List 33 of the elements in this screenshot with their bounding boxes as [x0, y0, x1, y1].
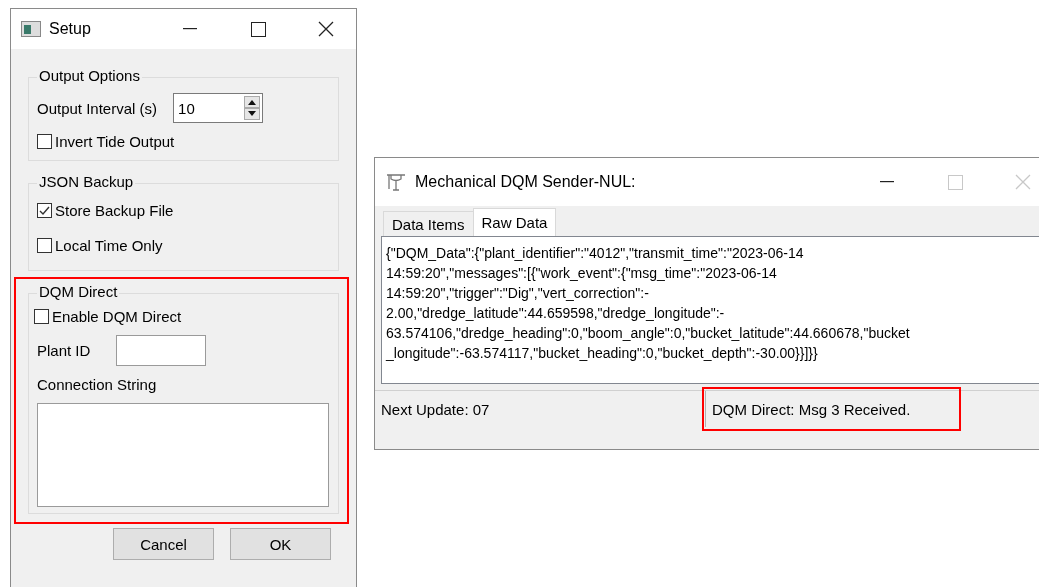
minimize-icon[interactable] — [183, 28, 197, 30]
checkbox[interactable] — [37, 134, 52, 149]
app-icon — [21, 21, 41, 37]
close-icon[interactable] — [318, 21, 334, 37]
invert-tide-checkbox[interactable]: Invert Tide Output — [37, 133, 175, 150]
dialog-button[interactable]: Cancel — [113, 528, 214, 560]
maximize-icon[interactable] — [250, 21, 266, 37]
connection-string-field[interactable] — [37, 403, 329, 507]
group-title: JSON Backup — [37, 173, 136, 190]
raw-data-text: {"DQM_Data":{"plant_identifier":"4012","transmit_time":"2023-06-14 14:59:20","messages":[{"work_event":{"msg_time":"2023-06-14 14:59:20","trigger":"Dig","vert_correction":- 2.00,"dredge_latitude":44.659598,"dredge_longitude":- 63.574106,"dredge_heading":0,"boom_angle":0,"bucket_latitude":44.660678,"bucket _longitude":-63.574117,"bucket_heading":0,"bucket_depth":-30.00}}]}} — [381, 236, 1039, 384]
plant-id-field[interactable] — [116, 335, 207, 366]
window-title: Setup — [49, 20, 92, 38]
backup-option-checkbox[interactable]: Local Time Only — [37, 237, 163, 254]
group-title: Output Options — [37, 67, 142, 84]
tab[interactable]: Data Items — [383, 211, 474, 236]
dqm-direct-status: DQM Direct: Msg 3 Received. — [712, 400, 911, 418]
tab[interactable]: Raw Data — [472, 208, 557, 236]
group-title: DQM Direct — [37, 283, 120, 300]
window-title: Mechanical DQM Sender-NUL: — [415, 173, 637, 191]
app-icon — [385, 172, 407, 192]
checkbox[interactable] — [37, 238, 52, 253]
field-label: Output Interval (s) — [37, 99, 158, 117]
next-update-status: Next Update: 07 — [380, 399, 491, 420]
field-label: Connection String — [37, 376, 158, 393]
spin-arrows-icon[interactable] — [244, 96, 261, 120]
dialog-button[interactable]: OK — [230, 528, 331, 560]
backup-option-checkbox[interactable]: Store Backup File — [37, 202, 174, 219]
field-label: Plant ID — [37, 342, 91, 359]
checkbox[interactable] — [34, 309, 49, 324]
interval-spinbox[interactable]: 10 — [173, 93, 264, 123]
checkbox[interactable] — [37, 203, 52, 218]
enable-dqm-checkbox[interactable]: Enable DQM Direct — [34, 308, 182, 325]
minimize-icon[interactable] — [880, 181, 894, 183]
